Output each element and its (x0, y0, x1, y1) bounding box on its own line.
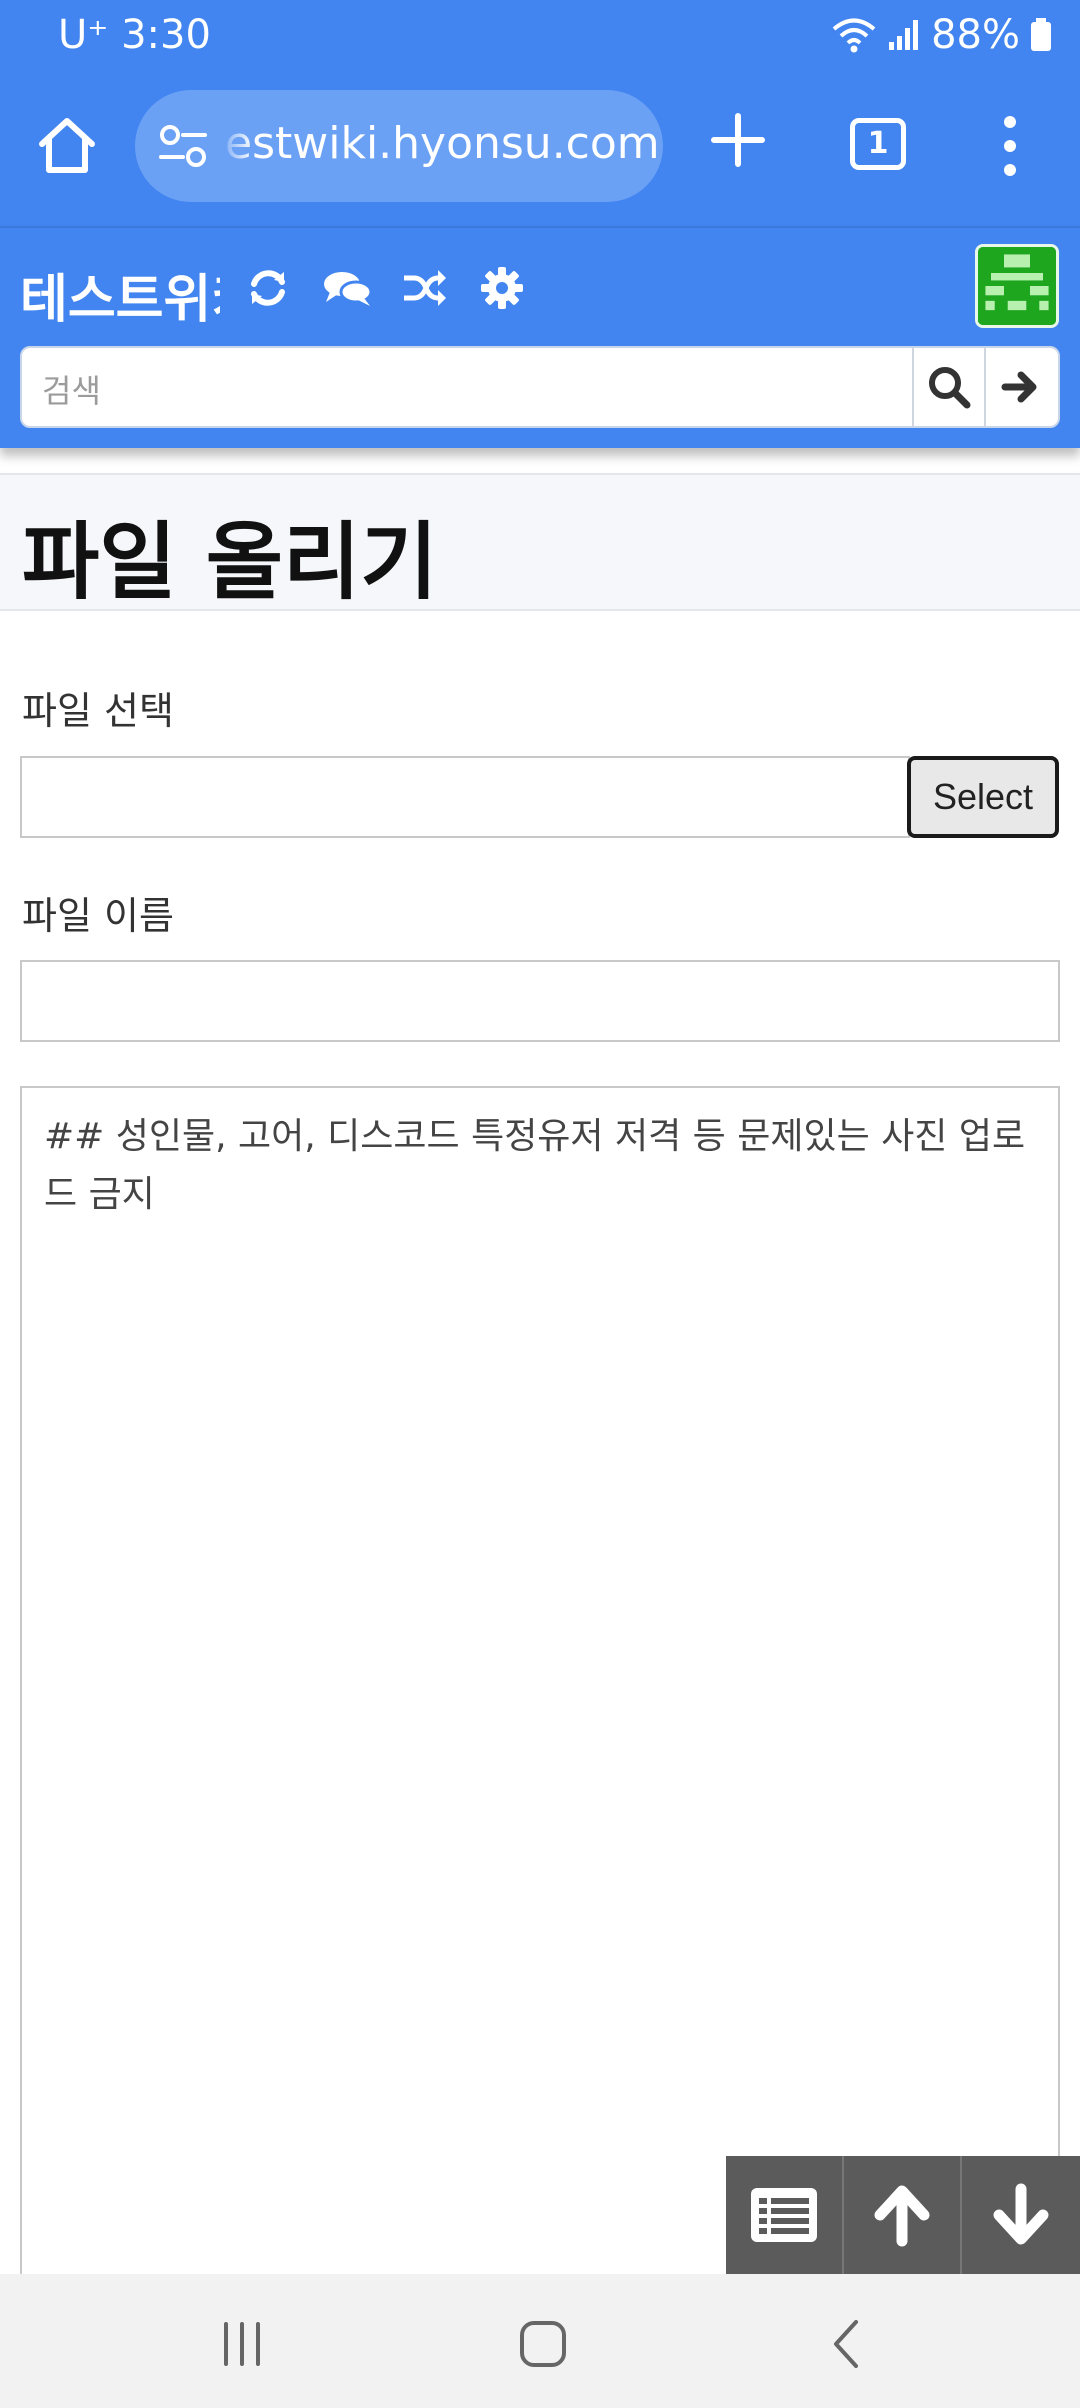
signal-icon (889, 20, 919, 50)
battery-percent: 88% (931, 12, 1020, 58)
settings-icon[interactable] (478, 264, 526, 312)
scroll-up-button[interactable] (844, 2156, 962, 2274)
status-bar: U⁺ 3:30 88% (0, 0, 1080, 76)
search-icon (929, 367, 971, 409)
url-bar[interactable]: estwiki.hyonsu.com (135, 90, 663, 202)
floating-toolbar (726, 2156, 1080, 2274)
url-fade (219, 90, 253, 202)
wiki-header: 테스트위키 (0, 226, 1080, 448)
search-box: 검색 (20, 346, 1060, 428)
status-icons: 88% (831, 12, 1052, 58)
user-avatar[interactable] (975, 244, 1059, 328)
home-nav-icon[interactable] (513, 2314, 573, 2374)
discussion-icon[interactable] (322, 264, 374, 312)
site-settings-icon[interactable] (157, 122, 209, 170)
wiki-brand[interactable]: 테스트위키 (20, 250, 220, 360)
tab-switcher-button[interactable]: 1 (850, 118, 906, 170)
search-input[interactable]: 검색 (42, 366, 101, 412)
system-nav-bar (0, 2274, 1080, 2408)
select-button[interactable]: Select (907, 756, 1059, 838)
arrow-up-icon (874, 2185, 930, 2247)
file-name-label: 파일 이름 (22, 894, 174, 938)
search-button[interactable] (912, 348, 984, 426)
file-select-label: 파일 선택 (22, 689, 174, 733)
go-button[interactable] (984, 348, 1056, 426)
page-title-bar: 파일 올리기 (0, 473, 1080, 611)
url-text: estwiki.hyonsu.com (225, 118, 660, 169)
browser-toolbar: estwiki.hyonsu.com 1 (0, 76, 1080, 226)
file-select-field[interactable] (20, 756, 910, 838)
arrow-right-icon (1001, 371, 1037, 403)
toc-icon (751, 2188, 817, 2242)
new-tab-icon[interactable] (708, 110, 768, 170)
refresh-icon[interactable] (244, 264, 292, 312)
wifi-icon (832, 18, 876, 53)
file-name-input[interactable] (20, 960, 1060, 1042)
toc-button[interactable] (726, 2156, 844, 2274)
more-menu-icon[interactable] (998, 114, 1022, 178)
home-icon[interactable] (34, 112, 100, 178)
scroll-down-button[interactable] (962, 2156, 1080, 2274)
arrow-down-icon (993, 2183, 1049, 2245)
random-icon[interactable] (400, 264, 448, 312)
back-icon[interactable] (818, 2314, 878, 2374)
page-title: 파일 올리기 (22, 513, 438, 611)
battery-icon (1031, 18, 1051, 51)
recent-apps-icon[interactable] (212, 2314, 272, 2374)
carrier-time: U⁺ 3:30 (58, 12, 211, 58)
